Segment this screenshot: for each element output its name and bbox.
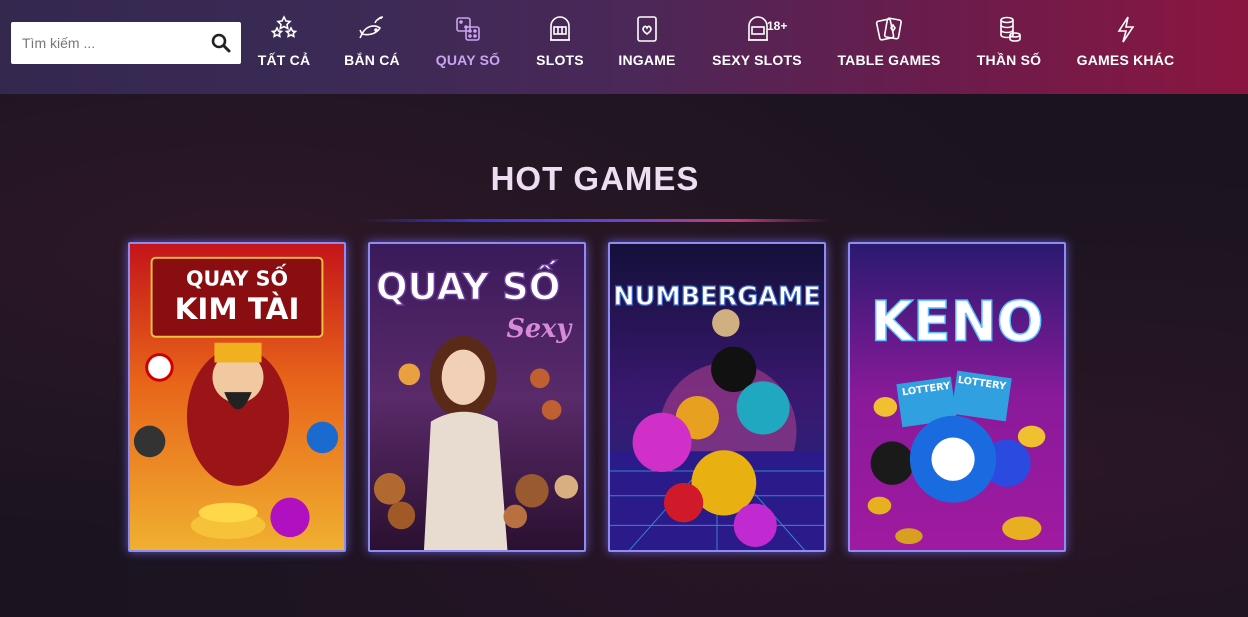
game-title-line1: QUAY SỐ	[376, 259, 561, 308]
search-box	[11, 22, 241, 64]
nav-label: BẮN CÁ	[344, 52, 400, 68]
slot-machine-18-icon: 18+	[729, 14, 789, 44]
dice-icon	[454, 14, 482, 44]
nav-item-table-games[interactable]: TABLE GAMES	[836, 14, 942, 74]
card-icon	[633, 14, 661, 44]
game-title: KENO	[871, 290, 1044, 354]
game-thumbnail: QUAY SỐ KIM TÀI	[130, 244, 344, 550]
game-title-line1: QUAY SỐ	[186, 262, 288, 290]
section-divider	[360, 219, 830, 222]
game-card-quay-so-sexy[interactable]: QUAY SỐ Sexy	[368, 242, 586, 552]
nav-item-sexy-slots[interactable]: 18+ SEXY SLOTS	[711, 14, 803, 74]
nav-label: SLOTS	[536, 52, 584, 68]
game-thumbnail: NUMBERGAME	[610, 244, 824, 550]
nav-item-tat-ca[interactable]: TẤT CẢ	[257, 14, 311, 74]
game-title: NUMBERGAME	[613, 282, 820, 312]
slot-machine-icon	[546, 14, 574, 44]
nav-label: QUAY SỐ	[435, 52, 501, 68]
search-icon[interactable]	[211, 33, 231, 53]
nav-item-games-khac[interactable]: GAMES KHÁC	[1075, 14, 1176, 74]
nav-item-ban-ca[interactable]: BẮN CÁ	[343, 14, 401, 74]
nav-label: SEXY SLOTS	[712, 52, 802, 68]
nav-label: TẤT CẢ	[257, 52, 311, 68]
coin-stack-icon	[995, 14, 1023, 44]
age-badge: 18+	[767, 19, 788, 33]
game-card-quay-so-kim-tai[interactable]: QUAY SỐ KIM TÀI	[128, 242, 346, 552]
game-thumbnail: KENO LOTTERY LOTTERY	[850, 244, 1064, 550]
game-thumbnail: QUAY SỐ Sexy	[370, 244, 584, 550]
game-card-keno[interactable]: KENO LOTTERY LOTTERY	[848, 242, 1066, 552]
playing-cards-icon	[875, 14, 903, 44]
nav-label: GAMES KHÁC	[1076, 52, 1175, 68]
nav-label: INGAME	[618, 52, 676, 68]
nav-label: TABLE GAMES	[837, 52, 941, 68]
search-input[interactable]	[11, 22, 206, 64]
nav-label: THẦN SỐ	[976, 52, 1042, 68]
game-title-line2: KIM TÀI	[175, 291, 300, 326]
section-title: HOT GAMES	[490, 160, 700, 197]
top-navigation-bar: TẤT CẢ BẮN CÁ QUAY SỐ SLOTS INGAME	[0, 0, 1248, 94]
game-card-numbergame[interactable]: NUMBERGAME	[608, 242, 826, 552]
nav-item-ingame[interactable]: INGAME	[617, 14, 677, 74]
fish-icon	[358, 14, 386, 44]
stars-icon	[270, 14, 298, 44]
nav-item-slots[interactable]: SLOTS	[535, 14, 585, 74]
nav-item-than-so[interactable]: THẦN SỐ	[976, 14, 1042, 74]
nav-item-quay-so[interactable]: QUAY SỐ	[434, 14, 502, 74]
lightning-icon	[1112, 14, 1140, 44]
game-title-line2: Sexy	[507, 314, 574, 344]
